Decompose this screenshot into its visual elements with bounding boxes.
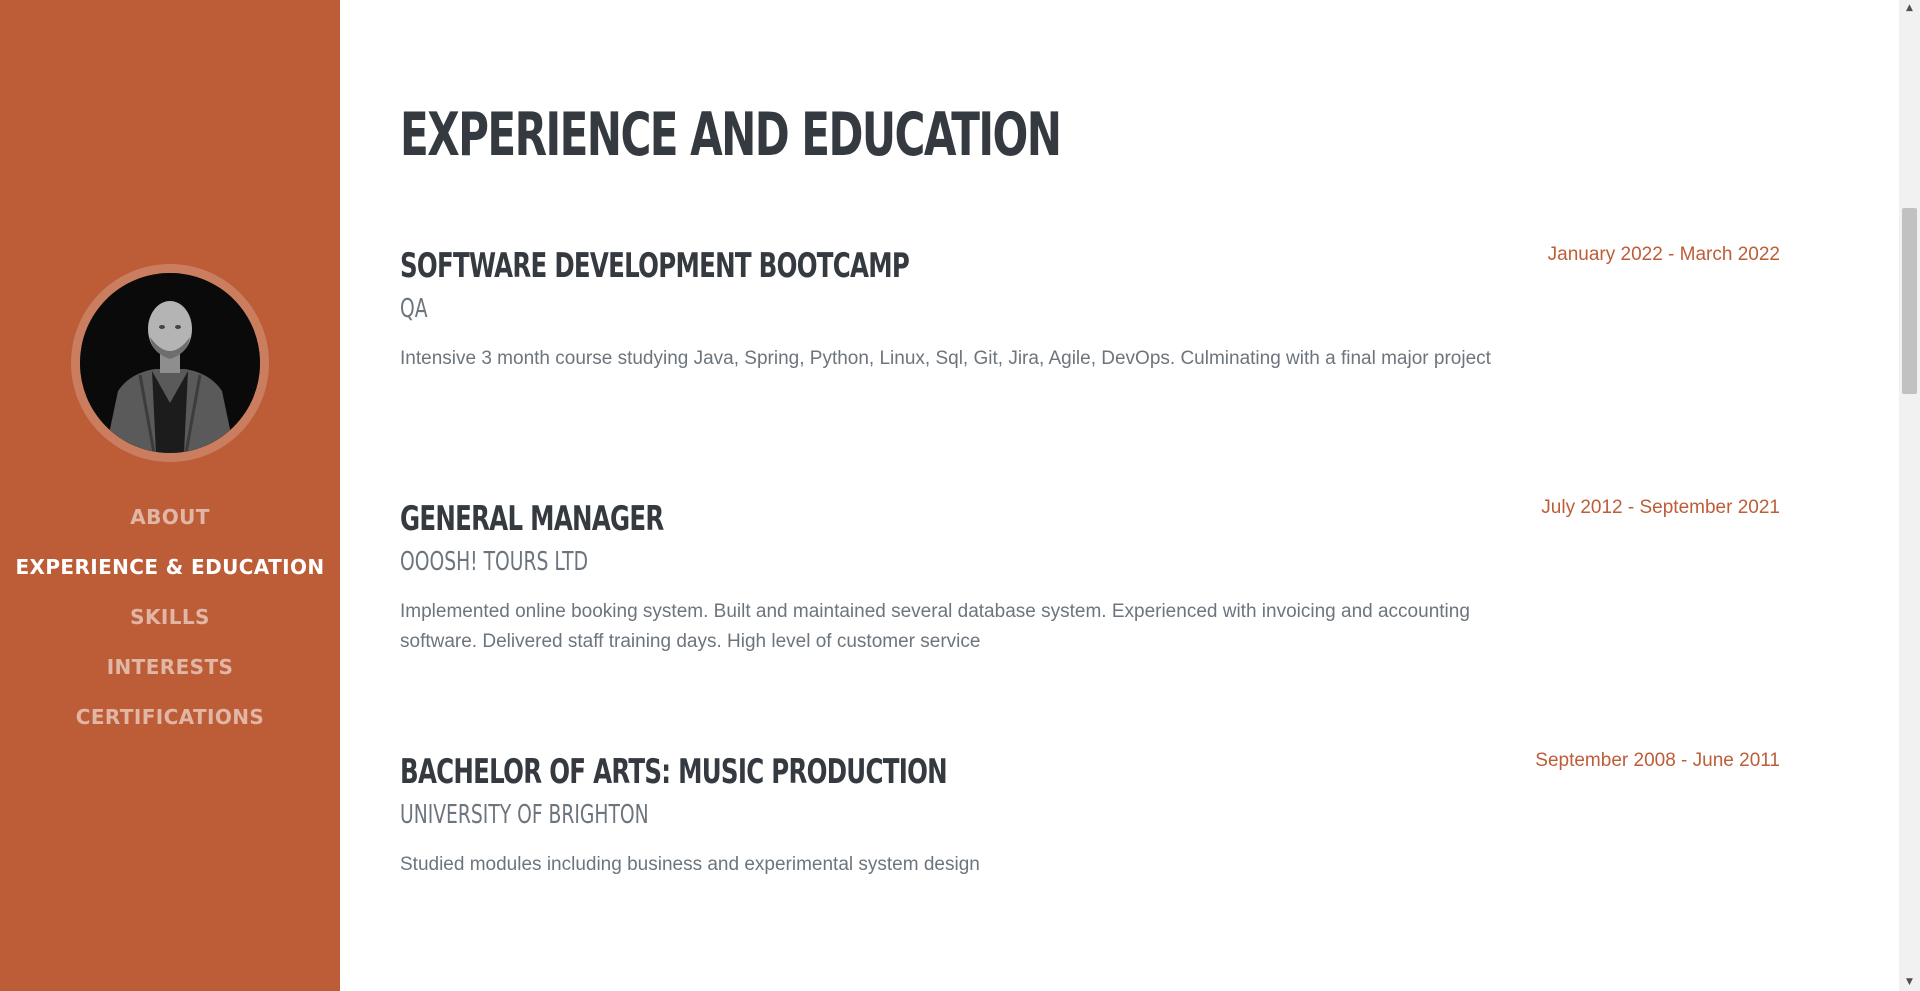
main-content: Experience and Education Software Develo… (340, 0, 1899, 991)
entry-title: Bachelor of Arts: Music Production (400, 752, 948, 792)
nav-link-experience-education[interactable]: Experience & Education (15, 542, 324, 592)
profile-avatar (80, 273, 260, 453)
vertical-scrollbar[interactable]: ▲ ▼ (1899, 0, 1920, 991)
nav-link-interests[interactable]: Interests (107, 642, 234, 692)
profile-photo-icon (80, 273, 260, 453)
section-title: Experience and Education (400, 100, 1062, 170)
education-entry: Bachelor of Arts: Music Production Unive… (400, 750, 1780, 880)
scrollbar-thumb[interactable] (1902, 208, 1917, 394)
nav-link-certifications[interactable]: Certifications (76, 692, 264, 742)
entry-subtitle: Ooosh! Tours Ltd (400, 547, 589, 577)
sidebar: About Experience & Education Skills Inte… (0, 0, 340, 991)
scroll-down-arrow-icon[interactable]: ▼ (1899, 974, 1920, 991)
entry-title: Software Development Bootcamp (400, 246, 910, 286)
entry-subtitle: University of Brighton (400, 800, 649, 830)
entry-subtitle: QA (400, 294, 428, 324)
nav-link-skills[interactable]: Skills (130, 592, 210, 642)
entry-date: September 2008 - June 2011 (1535, 750, 1780, 771)
entry-title: General Manager (400, 499, 664, 539)
entry-description: Implemented online booking system. Built… (400, 601, 1470, 652)
experience-entry: General Manager Ooosh! Tours Ltd Impleme… (400, 497, 1780, 657)
nav-link-about[interactable]: About (130, 492, 210, 542)
entry-description: Intensive 3 month course studying Java, … (400, 348, 1491, 369)
profile-avatar-border (71, 264, 269, 462)
entry-date: January 2022 - March 2022 (1547, 244, 1780, 265)
scroll-up-arrow-icon[interactable]: ▲ (1899, 0, 1920, 17)
experience-entry: Software Development Bootcamp QA Intensi… (400, 244, 1780, 374)
sidebar-nav: About Experience & Education Skills Inte… (15, 492, 324, 742)
entry-description: Studied modules including business and e… (400, 854, 980, 875)
entry-date: July 2012 - September 2021 (1541, 497, 1780, 518)
